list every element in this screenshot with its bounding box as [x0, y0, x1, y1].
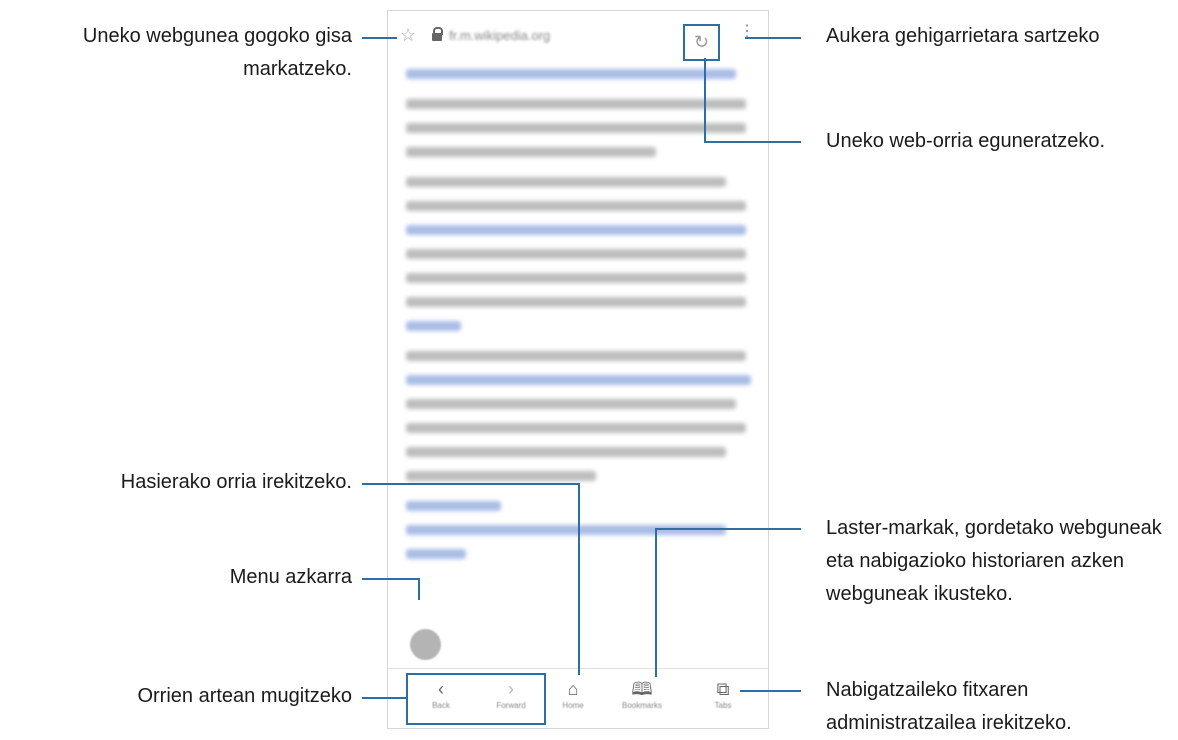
book-icon: 🕮 [631, 679, 653, 699]
text-line [406, 321, 461, 331]
paragraph [406, 351, 751, 481]
home-button[interactable]: ⌂ Home [538, 677, 608, 710]
callout-bookmark-star: Uneko webgunea gogoko gisa markatzeko. [82, 25, 352, 80]
text-line [406, 99, 746, 109]
leader-line-refresh-h [704, 141, 801, 143]
paragraph [406, 99, 751, 157]
text-line [406, 501, 501, 511]
leader-line-star [362, 37, 397, 39]
callout-quick-menu: Menu azkarra [229, 566, 352, 588]
callout-bookmarks: Laster-markak, gordetako webguneak eta n… [826, 517, 1162, 605]
text-line [406, 249, 746, 259]
text-line [406, 201, 746, 211]
callout-more-options: Aukera gehigarrietara sartzeko [826, 25, 1100, 47]
callout-tabs: Nabigatzaileko fitxaren administratzaile… [826, 679, 1072, 734]
star-icon[interactable]: ☆ [400, 25, 416, 46]
refresh-button[interactable]: ↻ [683, 24, 720, 61]
text-line [406, 399, 736, 409]
quick-menu-button[interactable] [410, 629, 441, 660]
tabs-button[interactable]: ⧉ Tabs [688, 677, 758, 710]
leader-line-bookmarks-h [655, 528, 801, 530]
more-options-icon[interactable]: ⋮ [739, 24, 755, 40]
leader-line-home-h [362, 483, 580, 485]
text-line [406, 351, 746, 361]
text-line [406, 423, 746, 433]
text-line [406, 471, 596, 481]
refresh-icon: ↻ [693, 32, 710, 52]
text-line [406, 375, 751, 385]
paragraph [406, 69, 751, 79]
text-line [406, 69, 736, 79]
tabs-label: Tabs [714, 701, 732, 710]
paragraph [406, 177, 751, 331]
text-line [406, 525, 726, 535]
leader-line-bookmarks-v [655, 528, 657, 677]
home-icon: ⌂ [567, 679, 579, 699]
callout-home: Hasierako orria irekitzeko. [120, 471, 352, 493]
leader-line-more [745, 37, 801, 39]
bookmarks-label: Bookmarks [621, 701, 662, 710]
home-label: Home [562, 701, 584, 710]
leader-line-refresh-v [704, 58, 706, 143]
leader-line-home-v [578, 483, 580, 675]
text-line [406, 447, 726, 457]
text-line [406, 225, 746, 235]
leader-line-tabs [740, 690, 801, 692]
tabs-icon: ⧉ [716, 679, 730, 699]
back-forward-highlight [406, 673, 546, 725]
text-line [406, 177, 726, 187]
text-line [406, 147, 656, 157]
callout-back-forward: Orrien artean mugitzeko [137, 685, 352, 707]
bookmarks-button[interactable]: 🕮 Bookmarks [607, 677, 677, 710]
lock-icon [432, 27, 444, 41]
text-line [406, 549, 466, 559]
callout-refresh: Uneko web-orria eguneratzeko. [826, 130, 1106, 152]
leader-line-quickmenu-v [418, 578, 420, 600]
text-line [406, 297, 746, 307]
text-line [406, 273, 746, 283]
leader-line-backfwd [362, 697, 406, 699]
leader-line-quickmenu [362, 578, 420, 580]
text-line [406, 123, 746, 133]
